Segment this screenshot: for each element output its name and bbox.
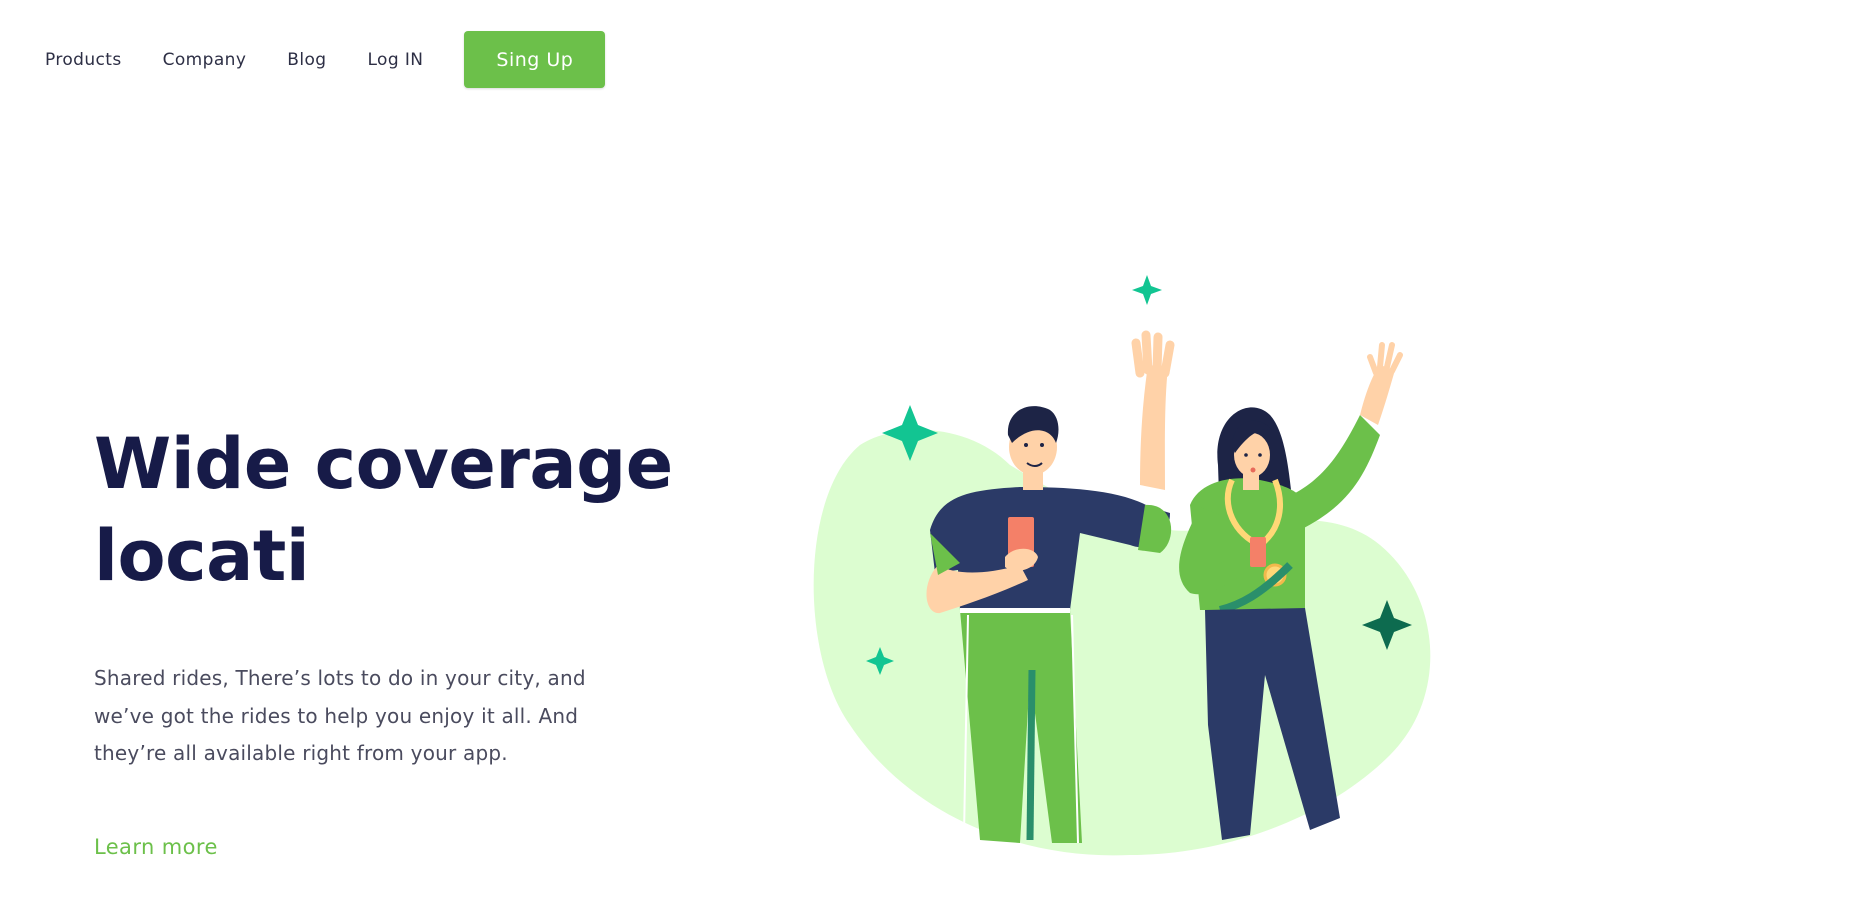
hero-description: Shared rides, There’s lots to do in your… xyxy=(94,666,586,765)
hero-illustration xyxy=(813,275,1431,856)
nav-link-login[interactable]: Log IN xyxy=(367,50,423,70)
hero-title-line-1: Wide coverage xyxy=(94,423,673,505)
sparkle-icon xyxy=(1132,275,1162,305)
hero-title-line-2: locati xyxy=(94,515,310,597)
nav-link-blog[interactable]: Blog xyxy=(287,50,326,70)
nav-link-products[interactable]: Products xyxy=(45,50,122,70)
phone-icon xyxy=(1250,537,1266,567)
learn-more-link[interactable]: Learn more xyxy=(94,835,218,859)
signup-button[interactable]: Sing Up xyxy=(464,31,606,88)
hero-title: Wide coverage locati xyxy=(94,418,714,602)
nav-link-company[interactable]: Company xyxy=(163,50,247,70)
top-nav: Products Company Blog Log IN Sing Up xyxy=(45,31,606,88)
